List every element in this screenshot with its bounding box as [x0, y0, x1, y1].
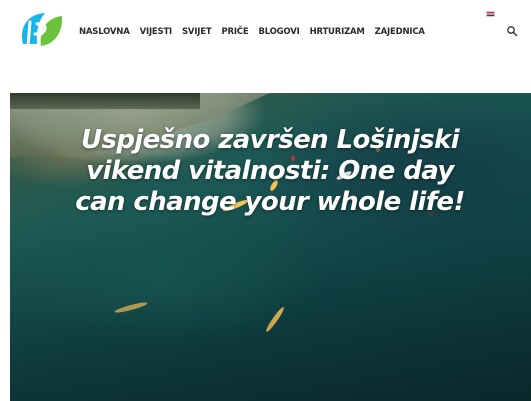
nav-item-naslovna[interactable]: NASLOVNA	[79, 27, 130, 37]
nav-item-price[interactable]: PRIČE	[221, 27, 248, 37]
nav-item-blogovi[interactable]: BLOGOVI	[258, 27, 299, 37]
language-switcher[interactable]	[486, 11, 495, 17]
nav-item-zajednica[interactable]: ZAJEDNICA	[375, 27, 425, 37]
nav-item-vijesti[interactable]: VIJESTI	[140, 27, 173, 37]
nav-item-hrturizam[interactable]: HRTURIZAM	[310, 27, 365, 37]
site-header: NASLOVNA VIJESTI SVIJET PRIČE BLOGOVI HR…	[0, 0, 531, 62]
search-icon[interactable]	[506, 25, 518, 37]
lp-leaf-logo-icon[interactable]	[17, 10, 65, 52]
croatian-flag-icon	[486, 11, 495, 17]
nav-item-svijet[interactable]: SVIJET	[182, 27, 212, 37]
article-headline[interactable]: Uspješno završen Lošinjski vikend vitaln…	[60, 125, 480, 218]
main-nav: NASLOVNA VIJESTI SVIJET PRIČE BLOGOVI HR…	[79, 25, 435, 39]
